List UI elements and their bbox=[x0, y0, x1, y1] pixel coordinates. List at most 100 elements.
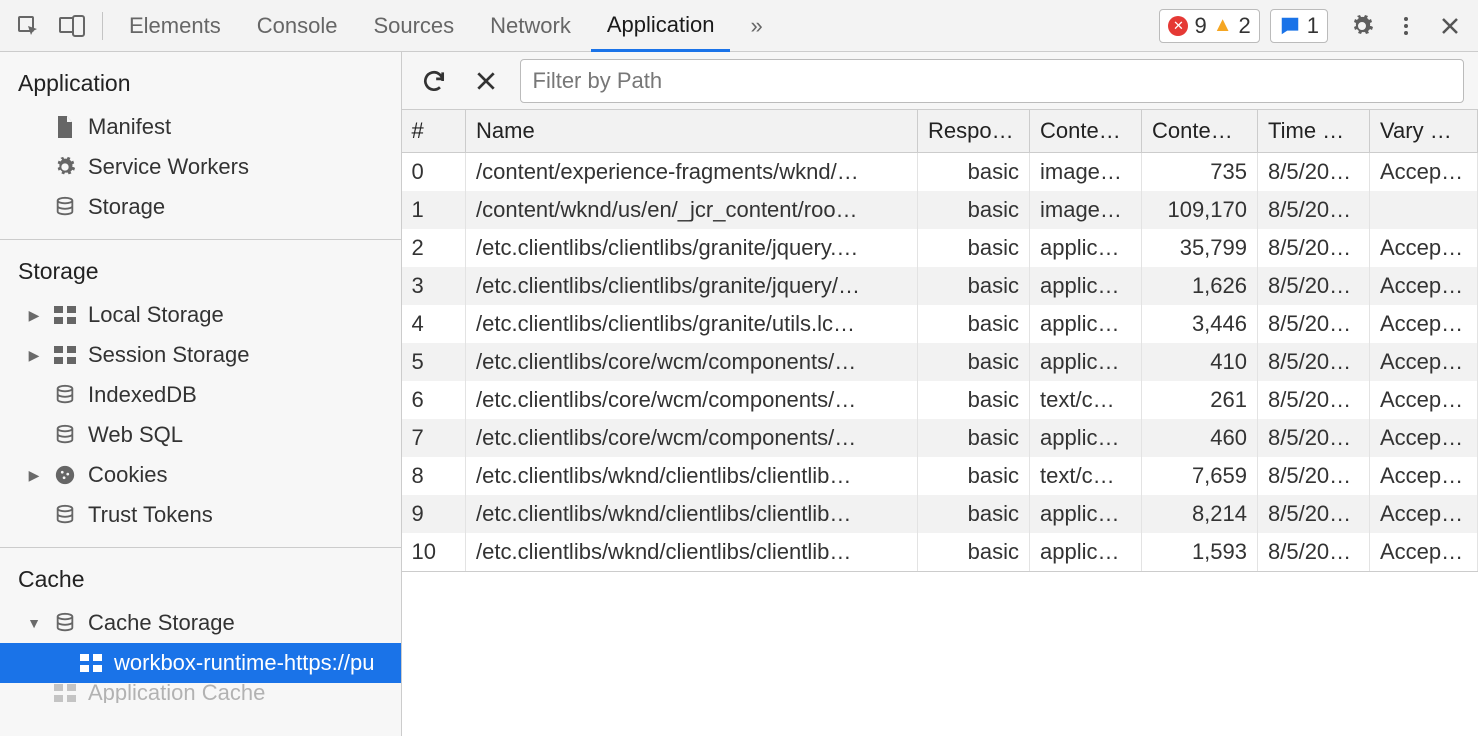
sidebar-label: Trust Tokens bbox=[88, 502, 213, 528]
sidebar-item-cache-storage[interactable]: ▼ Cache Storage bbox=[0, 603, 401, 643]
col-response-type[interactable]: Respo… bbox=[918, 110, 1030, 153]
cell-time: 8/5/20… bbox=[1258, 381, 1370, 419]
sidebar-item-storage[interactable]: Storage bbox=[0, 187, 401, 227]
gear-icon bbox=[52, 156, 78, 178]
sidebar-label: Cookies bbox=[88, 462, 167, 488]
col-time-cached[interactable]: Time … bbox=[1258, 110, 1370, 153]
sidebar-item-trust-tokens[interactable]: Trust Tokens bbox=[0, 495, 401, 535]
sidebar-item-session-storage[interactable]: ▶ Session Storage bbox=[0, 335, 401, 375]
expand-icon[interactable]: ▶ bbox=[26, 347, 42, 364]
sidebar-label: Local Storage bbox=[88, 302, 224, 328]
tab-sources[interactable]: Sources bbox=[357, 0, 470, 52]
sidebar-label: Cache Storage bbox=[88, 610, 235, 636]
expand-icon[interactable]: ▶ bbox=[26, 467, 42, 484]
issues-icon bbox=[1279, 15, 1301, 37]
error-warning-badge[interactable]: ✕ 9 ▲ 2 bbox=[1159, 9, 1259, 43]
expand-icon[interactable]: ▶ bbox=[26, 307, 42, 324]
cell-response-type: basic bbox=[918, 457, 1030, 495]
table-row[interactable]: 3/etc.clientlibs/clientlibs/granite/jque… bbox=[402, 267, 1478, 305]
cell-vary: Accep… bbox=[1370, 153, 1478, 192]
cell-vary: Accep… bbox=[1370, 419, 1478, 457]
table-row[interactable]: 8/etc.clientlibs/wknd/clientlibs/clientl… bbox=[402, 457, 1478, 495]
close-devtools-icon[interactable] bbox=[1430, 6, 1470, 46]
application-sidebar: Application Manifest Service Workers bbox=[0, 52, 402, 736]
cell-index: 5 bbox=[402, 343, 466, 381]
separator bbox=[102, 12, 103, 40]
database-icon bbox=[52, 504, 78, 526]
refresh-button[interactable] bbox=[416, 63, 452, 99]
cell-content-length: 1,593 bbox=[1142, 533, 1258, 571]
tab-console[interactable]: Console bbox=[241, 0, 354, 52]
section-title-cache: Cache bbox=[0, 558, 401, 603]
cell-time: 8/5/20… bbox=[1258, 229, 1370, 267]
filter-input[interactable] bbox=[520, 59, 1465, 103]
col-content-length[interactable]: Conte… bbox=[1142, 110, 1258, 153]
cell-time: 8/5/20… bbox=[1258, 267, 1370, 305]
table-row[interactable]: 10/etc.clientlibs/wknd/clientlibs/client… bbox=[402, 533, 1478, 571]
col-index[interactable]: # bbox=[402, 110, 466, 153]
sidebar-item-service-workers[interactable]: Service Workers bbox=[0, 147, 401, 187]
col-vary-header[interactable]: Vary H… bbox=[1370, 110, 1478, 153]
sidebar-item-application-cache[interactable]: Application Cache bbox=[0, 683, 401, 703]
tab-network[interactable]: Network bbox=[474, 0, 587, 52]
sidebar-item-local-storage[interactable]: ▶ Local Storage bbox=[0, 295, 401, 335]
table-row[interactable]: 2/etc.clientlibs/clientlibs/granite/jque… bbox=[402, 229, 1478, 267]
collapse-icon[interactable]: ▼ bbox=[26, 615, 42, 631]
cell-index: 8 bbox=[402, 457, 466, 495]
table-row[interactable]: 6/etc.clientlibs/core/wcm/components/…ba… bbox=[402, 381, 1478, 419]
cell-name: /etc.clientlibs/core/wcm/components/… bbox=[466, 343, 918, 381]
inspect-element-icon[interactable] bbox=[8, 6, 48, 46]
database-icon bbox=[52, 612, 78, 634]
cell-name: /etc.clientlibs/wknd/clientlibs/clientli… bbox=[466, 457, 918, 495]
table-row[interactable]: 4/etc.clientlibs/clientlibs/granite/util… bbox=[402, 305, 1478, 343]
cell-index: 4 bbox=[402, 305, 466, 343]
sidebar-label: workbox-runtime-https://pu bbox=[114, 650, 374, 676]
tab-application[interactable]: Application bbox=[591, 0, 731, 52]
sidebar-item-cache-entry[interactable]: workbox-runtime-https://pu bbox=[0, 643, 401, 683]
clear-button[interactable] bbox=[468, 63, 504, 99]
col-content-type[interactable]: Conte… bbox=[1030, 110, 1142, 153]
issues-badge[interactable]: 1 bbox=[1270, 9, 1328, 43]
section-cache: Cache ▼ Cache Storage workbox-runtime-ht… bbox=[0, 548, 401, 715]
tab-elements[interactable]: Elements bbox=[113, 0, 237, 52]
cell-index: 7 bbox=[402, 419, 466, 457]
cell-content-type: text/c… bbox=[1030, 457, 1142, 495]
cell-vary bbox=[1370, 191, 1478, 229]
table-row[interactable]: 1/content/wknd/us/en/_jcr_content/roo…ba… bbox=[402, 191, 1478, 229]
sidebar-label: Application Cache bbox=[88, 683, 265, 703]
settings-icon[interactable] bbox=[1342, 6, 1382, 46]
table-row[interactable]: 7/etc.clientlibs/core/wcm/components/…ba… bbox=[402, 419, 1478, 457]
cell-time: 8/5/20… bbox=[1258, 305, 1370, 343]
cell-name: /etc.clientlibs/clientlibs/granite/jquer… bbox=[466, 229, 918, 267]
section-storage: Storage ▶ Local Storage ▶ Session Storag… bbox=[0, 240, 401, 548]
cell-content-length: 8,214 bbox=[1142, 495, 1258, 533]
cell-response-type: basic bbox=[918, 343, 1030, 381]
cell-content-length: 735 bbox=[1142, 153, 1258, 192]
sidebar-label: Manifest bbox=[88, 114, 171, 140]
table-icon bbox=[52, 346, 78, 364]
table-row[interactable]: 9/etc.clientlibs/wknd/clientlibs/clientl… bbox=[402, 495, 1478, 533]
cell-vary: Accep… bbox=[1370, 457, 1478, 495]
cell-index: 0 bbox=[402, 153, 466, 192]
cell-response-type: basic bbox=[918, 153, 1030, 192]
device-toolbar-icon[interactable] bbox=[52, 6, 92, 46]
cell-index: 2 bbox=[402, 229, 466, 267]
table-row[interactable]: 5/etc.clientlibs/core/wcm/components/…ba… bbox=[402, 343, 1478, 381]
sidebar-item-websql[interactable]: Web SQL bbox=[0, 415, 401, 455]
table-row[interactable]: 0/content/experience-fragments/wknd/…bas… bbox=[402, 153, 1478, 192]
table-icon bbox=[52, 684, 78, 702]
warning-count: 2 bbox=[1239, 13, 1251, 39]
col-name[interactable]: Name bbox=[466, 110, 918, 153]
sidebar-item-cookies[interactable]: ▶ Cookies bbox=[0, 455, 401, 495]
cell-content-type: applic… bbox=[1030, 229, 1142, 267]
database-icon bbox=[52, 384, 78, 406]
cell-content-length: 7,659 bbox=[1142, 457, 1258, 495]
cell-name: /etc.clientlibs/core/wcm/components/… bbox=[466, 381, 918, 419]
sidebar-item-indexeddb[interactable]: IndexedDB bbox=[0, 375, 401, 415]
tab-overflow[interactable]: » bbox=[734, 0, 778, 52]
kebab-menu-icon[interactable] bbox=[1386, 6, 1426, 46]
sidebar-item-manifest[interactable]: Manifest bbox=[0, 107, 401, 147]
sidebar-label: Storage bbox=[88, 194, 165, 220]
manifest-icon bbox=[52, 116, 78, 138]
cell-index: 10 bbox=[402, 533, 466, 571]
